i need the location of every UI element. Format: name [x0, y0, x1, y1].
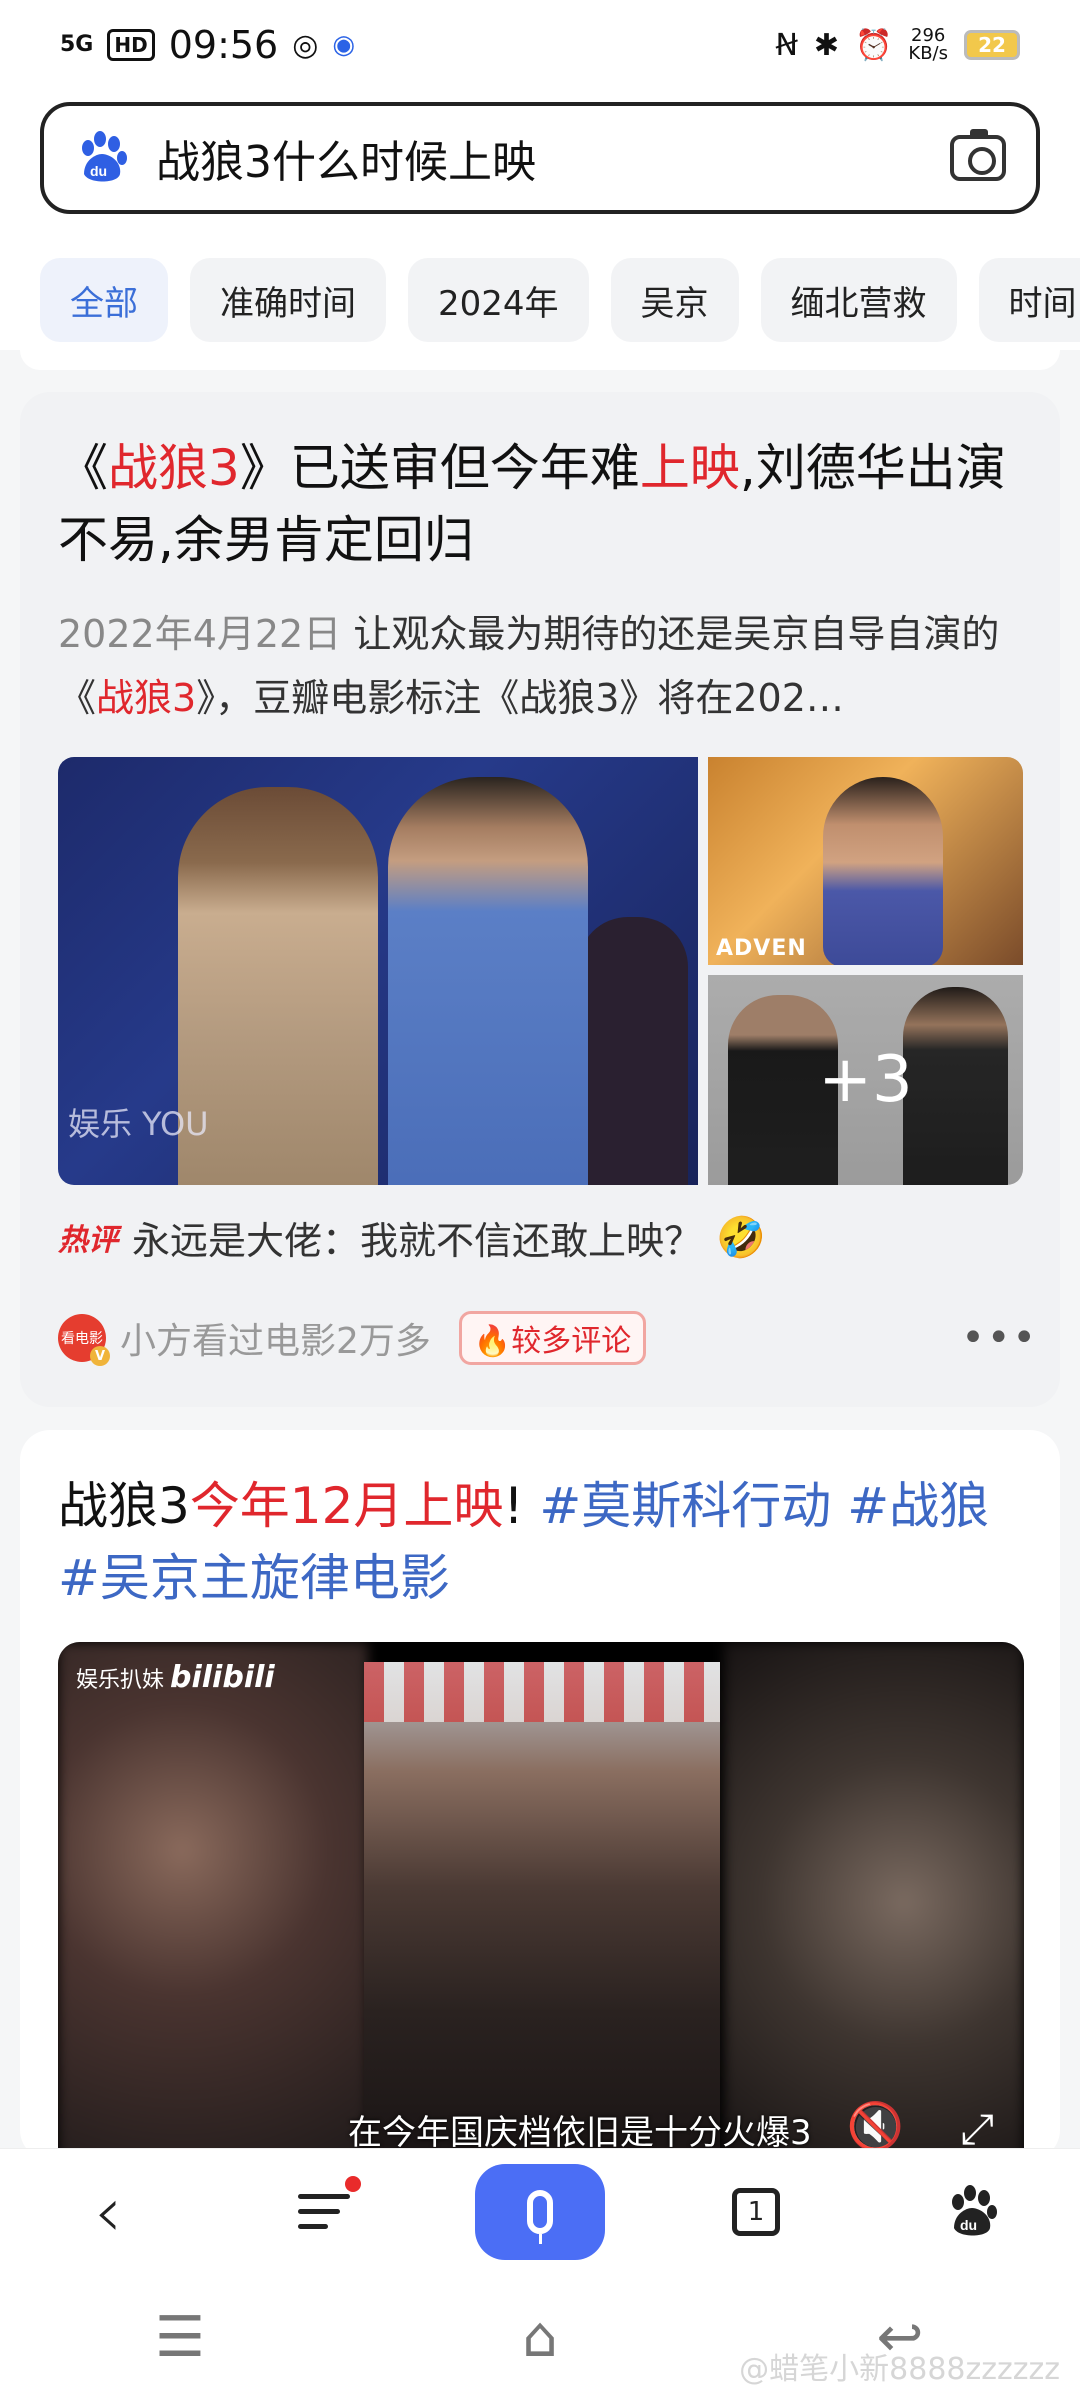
- title-part: 《: [58, 439, 108, 497]
- baidu-home-button[interactable]: du: [907, 2162, 1037, 2262]
- video-title[interactable]: 战狼3今年12月上映! #莫斯科行动 #战狼 #吴京主旋律电影: [58, 1470, 1038, 1614]
- chip-time[interactable]: 时间: [978, 258, 1080, 342]
- tabs-button[interactable]: 1: [691, 2162, 821, 2262]
- article-image-more[interactable]: +3: [708, 975, 1023, 1185]
- fullscreen-icon[interactable]: ⤢: [960, 2104, 994, 2154]
- source-name[interactable]: 小方看过电影2万多: [120, 1312, 431, 1364]
- hot-comment-tag: 热评: [58, 1223, 118, 1258]
- search-box[interactable]: du 战狼3什么时候上映: [40, 102, 1040, 214]
- source-avatar[interactable]: 看电影: [58, 1314, 110, 1366]
- browser-toolbar: ‹ 1 du: [0, 2148, 1080, 2274]
- result-title[interactable]: 《战狼3》已送审但今年难上映,刘德华出演不易,余男肯定回归: [58, 432, 1038, 576]
- title-highlight: 上映: [639, 439, 740, 497]
- tabs-count: 1: [732, 2187, 780, 2236]
- net-speed: 296 KB/s: [908, 27, 948, 63]
- title-part: !: [503, 1477, 524, 1535]
- voice-search-button[interactable]: [475, 2163, 605, 2260]
- baidu-paw-icon: du: [952, 2184, 997, 2235]
- microphone-icon: [527, 2189, 553, 2244]
- image-watermark: 娱乐 YOU: [68, 1105, 209, 1143]
- chip-myanmar-rescue[interactable]: 缅北营救: [760, 258, 957, 342]
- alarm-icon: ⏰: [855, 27, 893, 63]
- result-card-video[interactable]: 战狼3今年12月上映! #莫斯科行动 #战狼 #吴京主旋律电影 娱乐扒妹 bili…: [20, 1430, 1060, 2162]
- net-speed-unit: KB/s: [908, 43, 948, 64]
- status-bar: 5G HD 09:56 ◎ ◉ Ꞥ ✱ ⏰ 296 KB/s 22: [0, 0, 1080, 90]
- video-watermark: 娱乐扒妹 bilibili: [76, 1660, 275, 1695]
- clock-time: 09:56: [168, 23, 279, 67]
- hashtag-link[interactable]: #莫斯科行动: [539, 1477, 831, 1535]
- search-query-text[interactable]: 战狼3什么时候上映: [156, 126, 950, 190]
- filter-chips: 全部 准确时间 2024年 吴京 缅北营救 时间: [40, 258, 1080, 342]
- watermark-uploader: 娱乐扒妹: [76, 1668, 165, 1693]
- video-subtitle: 在今年国庆档依旧是十分火爆3: [348, 2113, 812, 2153]
- title-highlight: 今年12月上映: [189, 1477, 504, 1535]
- recent-apps-icon[interactable]: ☰: [100, 2305, 260, 2370]
- chevron-left-icon: ‹: [94, 2170, 122, 2253]
- previous-card-bottom: [20, 350, 1060, 370]
- article-image-secondary[interactable]: ADVEN: [708, 757, 1023, 965]
- laughing-emoji-icon: 🤣: [716, 1214, 766, 1261]
- bluetooth-icon: ✱: [813, 27, 840, 63]
- menu-button[interactable]: [259, 2162, 389, 2262]
- result-card-article[interactable]: 《战狼3》已送审但今年难上映,刘德华出演不易,余男肯定回归 2022年4月22日…: [20, 392, 1060, 1407]
- network-type: 5G: [60, 32, 94, 57]
- nfc-icon: Ꞥ: [775, 27, 798, 63]
- battery-indicator: 22: [964, 30, 1020, 60]
- title-part: 》已送审但今年难: [239, 439, 640, 497]
- weibo-watermark: @蜡笔小新8888zzzzzz: [739, 2352, 1060, 2387]
- hd-badge: HD: [107, 29, 155, 61]
- image-caption-text: ADVEN: [716, 936, 807, 961]
- bilibili-logo: bilibili: [170, 1660, 275, 1695]
- hot-comment-text: 永远是大佬：我就不信还敢上映？: [132, 1218, 703, 1263]
- hashtag-link[interactable]: #战狼: [847, 1477, 989, 1535]
- hot-comment[interactable]: 热评 永远是大佬：我就不信还敢上映？ 🤣: [58, 1207, 766, 1267]
- mute-icon[interactable]: 🔇: [847, 2099, 904, 2154]
- notification-dot: [345, 2175, 361, 2192]
- camera-search-icon[interactable]: [950, 129, 1006, 181]
- weibo-icon: ◎: [292, 27, 319, 63]
- chip-all[interactable]: 全部: [40, 258, 168, 342]
- chip-2024[interactable]: 2024年: [408, 258, 589, 342]
- chip-exact-time[interactable]: 准确时间: [190, 258, 386, 342]
- menu-icon: [298, 2194, 350, 2229]
- article-image-main[interactable]: 娱乐 YOU: [58, 757, 698, 1185]
- chip-wu-jing[interactable]: 吴京: [610, 258, 739, 342]
- app-notification-icon: ◉: [332, 30, 356, 60]
- snippet-text: 》，豆瓣电影标注《战狼3》将在202…: [196, 676, 844, 720]
- more-options-icon[interactable]: •••: [961, 1315, 1038, 1361]
- many-comments-badge: 🔥较多评论: [458, 1311, 647, 1365]
- more-images-count: +3: [708, 975, 1023, 1185]
- back-button[interactable]: ‹: [43, 2162, 173, 2262]
- title-part: 战狼3: [58, 1477, 190, 1535]
- snippet-highlight: 战狼3: [96, 676, 197, 720]
- snippet-date: 2022年4月22日: [58, 612, 342, 656]
- baidu-paw-icon[interactable]: du: [74, 130, 130, 186]
- title-highlight: 战狼3: [108, 439, 240, 497]
- svg-text:du: du: [960, 2217, 977, 2233]
- source-row: 看电影 小方看过电影2万多 🔥较多评论 •••: [58, 1310, 1038, 1366]
- video-player[interactable]: 娱乐扒妹 bilibili 在今年国庆档依旧是十分火爆3 🔇 ⤢: [58, 1642, 1024, 2162]
- svg-text:du: du: [90, 163, 107, 179]
- home-icon[interactable]: ⌂: [460, 2305, 620, 2370]
- result-snippet: 2022年4月22日 让观众最为期待的还是吴京自导自演的《战狼3》，豆瓣电影标注…: [58, 602, 1043, 730]
- hashtag-link[interactable]: #吴京主旋律电影: [58, 1549, 450, 1607]
